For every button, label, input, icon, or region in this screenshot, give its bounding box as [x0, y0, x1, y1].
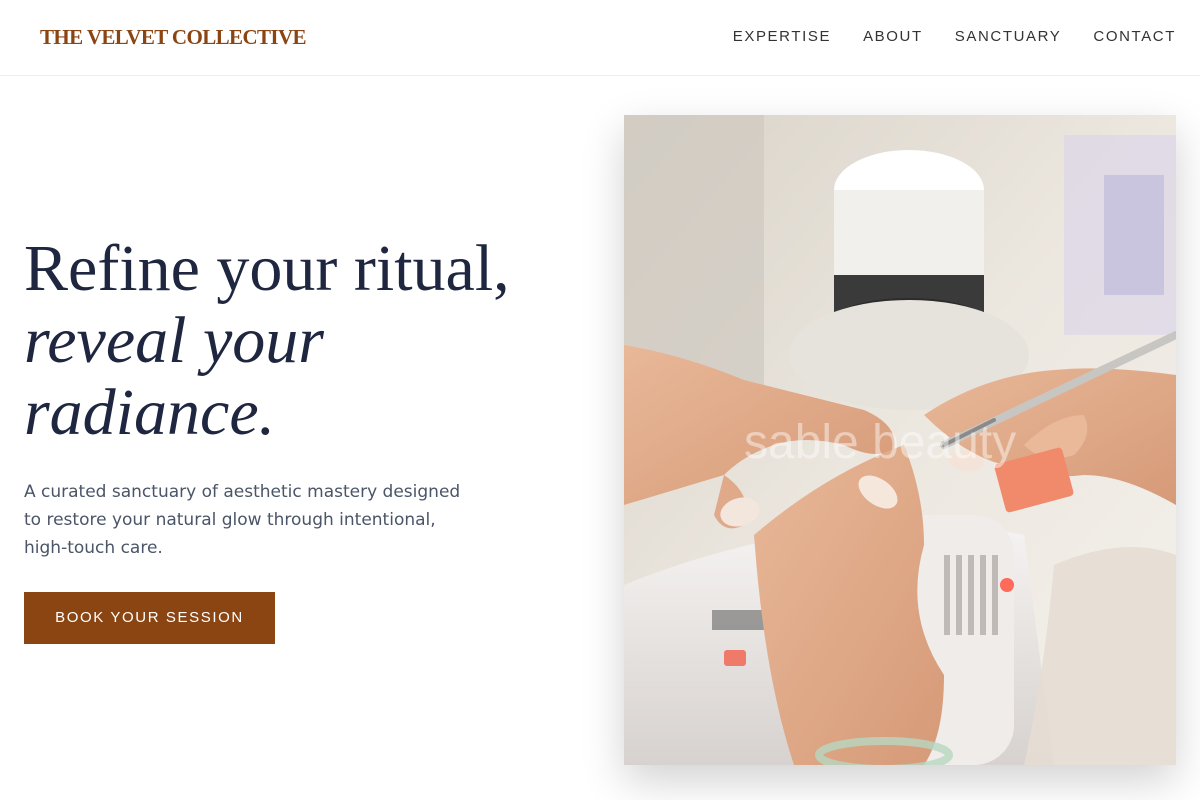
hero-title: Refine your ritual, reveal your radiance… — [24, 233, 604, 449]
hero-image: sable beauty — [624, 115, 1176, 765]
nav-link-sanctuary[interactable]: SANCTUARY — [955, 28, 1062, 45]
image-watermark: sable beauty — [744, 416, 1017, 469]
top-navbar: THE VELVET COLLECTIVE EXPERTISE ABOUT SA… — [0, 0, 1200, 76]
hero-title-line: reveal your — [24, 304, 324, 377]
nav-link-contact[interactable]: CONTACT — [1093, 28, 1176, 45]
main-nav: EXPERTISE ABOUT SANCTUARY CONTACT — [733, 28, 1176, 45]
brand-logo[interactable]: THE VELVET COLLECTIVE — [40, 25, 307, 50]
hero-description: A curated sanctuary of aesthetic mastery… — [24, 478, 474, 562]
book-session-button[interactable]: BOOK YOUR SESSION — [24, 592, 275, 644]
hero-description-line: high-touch care. — [24, 538, 163, 558]
hero-title-line: radiance. — [24, 376, 276, 449]
hero-description-line: to restore your natural glow through int… — [24, 510, 436, 530]
nav-link-about[interactable]: ABOUT — [863, 28, 923, 45]
nav-link-expertise[interactable]: EXPERTISE — [733, 28, 831, 45]
hero-title-line: Refine your ritual, — [24, 232, 510, 305]
hero-description-line: A curated sanctuary of aesthetic mastery… — [24, 482, 461, 502]
